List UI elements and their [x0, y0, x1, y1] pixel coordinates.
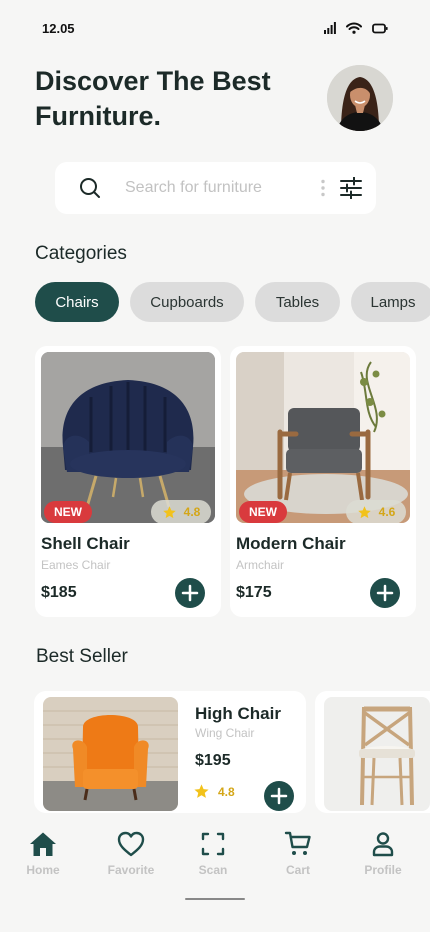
navy-shell-chair-image — [41, 352, 215, 523]
product-price: $175 — [236, 584, 272, 601]
nav-item-scan[interactable]: Scan — [178, 831, 248, 877]
battery-icon — [372, 23, 388, 33]
nav-label: Home — [26, 863, 60, 877]
star-icon — [357, 505, 371, 518]
best-seller-rating: 4.8 — [193, 783, 235, 800]
nav-label: Profile — [364, 863, 402, 877]
rating-pill: 4.6 — [346, 500, 406, 523]
product-subtitle: Armchair — [236, 558, 285, 572]
more-vertical-icon[interactable] — [320, 179, 326, 197]
wooden-cross-back-chair-image — [324, 697, 430, 811]
add-to-cart-button[interactable] — [264, 781, 294, 811]
filter-sliders-icon[interactable] — [340, 177, 362, 199]
plus-icon — [376, 584, 394, 602]
nav-item-favorite[interactable]: Favorite — [96, 831, 166, 877]
best-seller-price: $195 — [195, 752, 231, 769]
heart-icon — [117, 831, 145, 857]
cart-icon — [284, 831, 311, 855]
best-seller-title: Best Seller — [36, 646, 128, 667]
bottom-navigation: Home Favorite Scan Cart Profile — [0, 813, 430, 932]
best-seller-image — [324, 697, 430, 811]
product-name: Modern Chair — [236, 534, 346, 553]
best-seller-name: High Chair — [195, 704, 281, 723]
rating-value: 4.8 — [218, 784, 235, 799]
best-seller-card-wooden-chair[interactable] — [315, 691, 430, 813]
best-seller-image — [43, 697, 178, 811]
search-input[interactable] — [125, 176, 295, 200]
add-to-cart-button[interactable] — [370, 578, 400, 608]
orange-wing-chair-image — [43, 697, 178, 811]
nav-item-home[interactable]: Home — [8, 831, 78, 877]
category-chips: Chairs Cupboards Tables Lamps — [35, 282, 430, 322]
page-title-line2: Furniture. — [35, 101, 161, 131]
nav-item-cart[interactable]: Cart — [263, 831, 333, 877]
status-icons — [324, 22, 388, 34]
rating-value: 4.6 — [378, 505, 396, 519]
new-badge: NEW — [239, 501, 287, 523]
avatar[interactable] — [327, 65, 393, 131]
product-subtitle: Eames Chair — [41, 558, 111, 572]
product-name: Shell Chair — [41, 534, 130, 553]
category-chip-cupboards[interactable]: Cupboards — [130, 282, 244, 322]
star-icon — [162, 505, 176, 518]
product-image: NEW 4.8 — [41, 352, 215, 523]
add-to-cart-button[interactable] — [175, 578, 205, 608]
nav-label: Cart — [285, 863, 310, 877]
scan-icon — [201, 832, 225, 856]
best-seller-card-high-chair[interactable]: High Chair Wing Chair $195 4.8 — [34, 691, 306, 813]
page-title-line1: Discover The Best — [35, 66, 271, 96]
search-bar — [55, 162, 376, 214]
plus-icon — [181, 584, 199, 602]
nav-label: Scan — [198, 863, 228, 877]
grey-wood-armchair-image — [236, 352, 410, 523]
page-title: Discover The Best Furniture. — [35, 64, 315, 134]
search-icon[interactable] — [79, 177, 101, 199]
category-chip-tables[interactable]: Tables — [255, 282, 340, 322]
plus-icon — [270, 787, 288, 805]
home-indicator — [185, 898, 245, 900]
new-badge: NEW — [44, 501, 92, 523]
star-icon — [194, 784, 209, 798]
categories-title: Categories — [35, 243, 127, 264]
rating-value: 4.8 — [183, 505, 201, 519]
wifi-icon — [346, 22, 362, 34]
status-bar: 12.05 — [0, 0, 430, 56]
product-card-modern-chair[interactable]: NEW 4.6 Modern Chair Armchair $175 — [230, 346, 416, 617]
cellular-signal-icon — [324, 22, 336, 34]
profile-icon — [372, 832, 394, 857]
home-icon — [30, 832, 56, 856]
category-chip-lamps[interactable]: Lamps — [351, 282, 430, 322]
best-seller-subtitle: Wing Chair — [195, 726, 255, 740]
category-chip-chairs[interactable]: Chairs — [35, 282, 119, 322]
rating-pill: 4.8 — [151, 500, 211, 523]
product-card-shell-chair[interactable]: NEW 4.8 Shell Chair Eames Chair $185 — [35, 346, 221, 617]
product-price: $185 — [41, 584, 77, 601]
nav-item-profile[interactable]: Profile — [348, 831, 418, 877]
status-time: 12.05 — [42, 21, 75, 36]
product-image: NEW 4.6 — [236, 352, 410, 523]
nav-label: Favorite — [107, 863, 155, 877]
user-avatar-portrait — [327, 65, 393, 131]
